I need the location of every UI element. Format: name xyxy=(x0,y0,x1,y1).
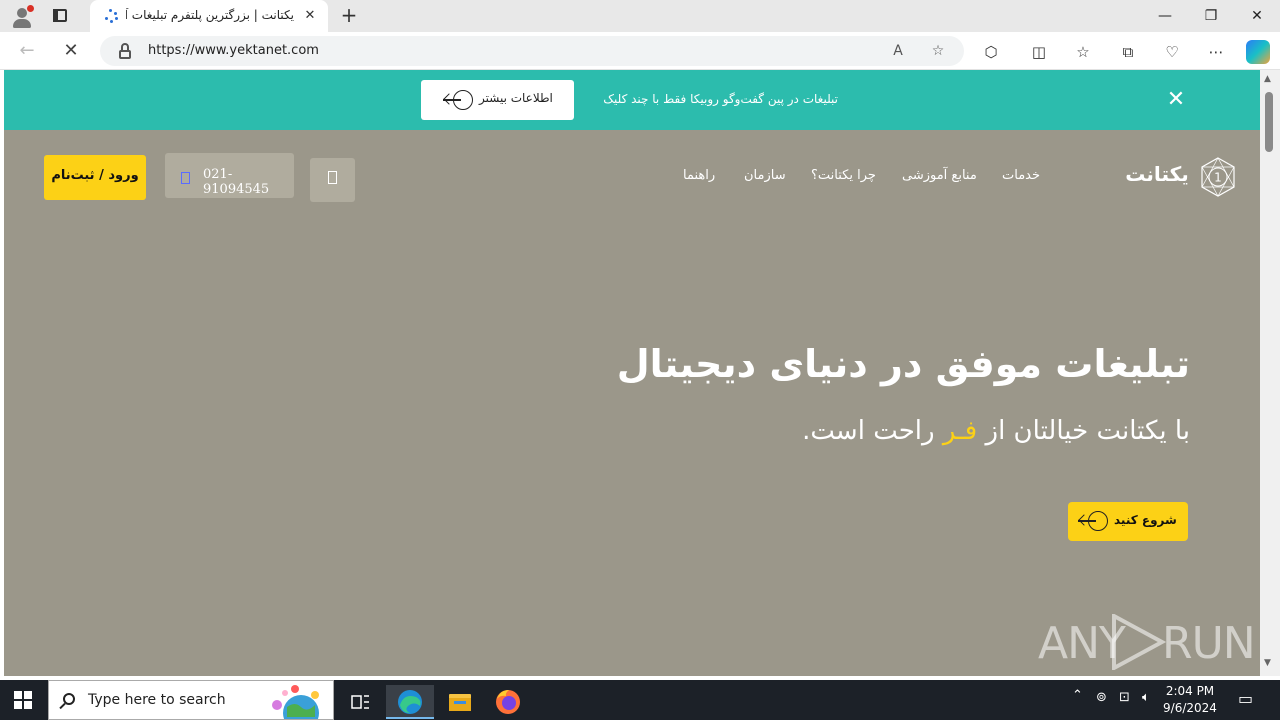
task-view-icon[interactable] xyxy=(336,685,384,719)
extensions-icon[interactable]: ⬡ xyxy=(980,41,1002,63)
promo-text: تبلیغات در پین گفت‌وگو روبیکا فقط با چند… xyxy=(603,92,838,106)
more-menu-icon[interactable]: ⋯ xyxy=(1205,41,1227,63)
taskbar-clock[interactable]: 2:04 PM 9/6/2024 xyxy=(1160,683,1220,717)
new-tab-button[interactable]: + xyxy=(338,4,360,26)
maximize-button[interactable]: ❐ xyxy=(1196,6,1226,26)
collections-icon[interactable]: ⧉ xyxy=(1117,41,1139,63)
windows-start-icon[interactable] xyxy=(14,691,32,709)
firefox-icon[interactable] xyxy=(484,685,532,719)
clock-time: 2:04 PM xyxy=(1165,684,1215,698)
address-bar[interactable]: https://www.yektanet.com A ☆ xyxy=(100,36,964,66)
tab-title: یکتانت | بزرگترین پلتفرم تبلیغات آنلاین xyxy=(126,8,294,22)
search-icon xyxy=(328,171,337,184)
search-button[interactable] xyxy=(310,158,355,202)
site-logo[interactable]: یکتانت 1 xyxy=(1124,156,1238,200)
hero-subtitle-end: راحت است. xyxy=(802,416,943,446)
search-highlight-globe-icon xyxy=(272,685,319,719)
scroll-up-icon[interactable]: ▲ xyxy=(1264,74,1271,84)
phone-number: 021-91094545 xyxy=(203,167,270,197)
logo-polygon-icon: 1 xyxy=(1201,157,1235,197)
taskbar-search-box[interactable]: Type here to search xyxy=(48,680,334,720)
get-started-button[interactable]: شروع کنید xyxy=(1068,502,1188,541)
arrow-left-icon xyxy=(443,89,473,111)
learn-more-button[interactable]: اطلاعات بیشتر xyxy=(421,80,574,120)
volume-icon[interactable]: 🔈︎ xyxy=(1142,690,1150,705)
play-logo-icon xyxy=(1112,614,1167,670)
file-explorer-icon[interactable] xyxy=(436,685,484,719)
promo-banner: ✕ تبلیغات در پین گفت‌وگو روبیکا فقط با چ… xyxy=(4,70,1260,130)
edge-taskbar-icon[interactable] xyxy=(386,685,434,719)
stop-loading-icon[interactable]: ✕ xyxy=(60,40,82,62)
browser-tab[interactable]: یکتانت | بزرگترین پلتفرم تبلیغات آنلاین … xyxy=(90,0,328,32)
copilot-icon[interactable] xyxy=(1246,40,1270,64)
logo-wordmark: یکتانت xyxy=(1125,162,1189,186)
favorites-icon[interactable]: ☆ xyxy=(1072,41,1094,63)
loading-spinner-icon xyxy=(104,9,118,23)
page-scrollbar[interactable]: ▲ ▼ xyxy=(1260,70,1280,676)
tab-actions-icon[interactable] xyxy=(48,6,72,26)
clock-date: 9/6/2024 xyxy=(1163,701,1217,715)
profile-avatar-icon[interactable] xyxy=(10,5,34,29)
hero-title: تبلیغات موفق در دنیای دیجیتال xyxy=(616,342,1190,386)
learn-more-label: اطلاعات بیشتر xyxy=(479,91,553,105)
logo-badge-text: 1 xyxy=(1214,171,1222,185)
split-screen-icon[interactable]: ◫ xyxy=(1028,41,1050,63)
browser-essentials-icon[interactable]: ♡ xyxy=(1161,41,1183,63)
hero-subtitle-start: با یکتانت خیالتان از xyxy=(977,416,1191,446)
lock-icon[interactable] xyxy=(118,43,132,59)
windows-taskbar: Type here to search ⌃ ⊚ ⊡ 🔈︎ 2:04 PM 9/6… xyxy=(0,680,1280,720)
back-icon[interactable]: ← xyxy=(16,40,38,62)
anyrun-watermark: ANY RUN xyxy=(1038,610,1256,670)
favorite-star-icon[interactable]: ☆ xyxy=(928,41,948,61)
watermark-right-text: RUN xyxy=(1162,618,1256,669)
tray-device-icon[interactable]: ⊚ xyxy=(1096,690,1107,705)
phone-icon xyxy=(181,172,190,184)
close-window-button[interactable]: ✕ xyxy=(1242,6,1272,26)
url-text[interactable]: https://www.yektanet.com xyxy=(148,43,319,58)
login-register-button[interactable]: ورود / ثبت‌نام xyxy=(44,155,146,200)
nav-why-yektanet[interactable]: چرا یکتانت؟ xyxy=(811,168,876,183)
minimize-button[interactable]: — xyxy=(1150,6,1180,26)
network-icon[interactable]: ⊡ xyxy=(1119,690,1130,705)
tray-overflow-icon[interactable]: ⌃ xyxy=(1072,688,1083,703)
page-viewport: ✕ تبلیغات در پین گفت‌وگو روبیکا فقط با چ… xyxy=(4,70,1260,676)
nav-guide[interactable]: راهنما xyxy=(683,168,715,183)
notifications-icon[interactable]: ▭ xyxy=(1238,689,1253,708)
get-started-label: شروع کنید xyxy=(1114,513,1177,527)
scroll-down-icon[interactable]: ▼ xyxy=(1264,658,1271,668)
search-icon xyxy=(63,693,75,705)
promo-close-icon[interactable]: ✕ xyxy=(1164,88,1188,112)
taskbar-search-placeholder: Type here to search xyxy=(88,692,226,708)
tab-close-icon[interactable]: ✕ xyxy=(302,8,318,24)
phone-button[interactable]: 021-91094545 xyxy=(165,153,294,198)
read-aloud-icon[interactable]: A xyxy=(888,41,908,61)
nav-organization[interactable]: سازمان xyxy=(744,168,786,183)
nav-learning-resources[interactable]: منابع آموزشی xyxy=(902,168,977,183)
browser-tab-strip: یکتانت | بزرگترین پلتفرم تبلیغات آنلاین … xyxy=(0,0,1280,32)
scroll-thumb[interactable] xyxy=(1265,92,1273,152)
arrow-left-icon xyxy=(1078,510,1108,532)
hero-subtitle-accent: فـر xyxy=(942,416,978,446)
browser-toolbar: ← ✕ https://www.yektanet.com A ☆ ⬡ ◫ ☆ ⧉… xyxy=(0,32,1280,70)
hero-subtitle: با یکتانت خیالتان از فـر راحت است. xyxy=(604,416,1190,446)
nav-services[interactable]: خدمات xyxy=(1002,168,1040,183)
login-register-label: ورود / ثبت‌نام xyxy=(51,168,139,183)
